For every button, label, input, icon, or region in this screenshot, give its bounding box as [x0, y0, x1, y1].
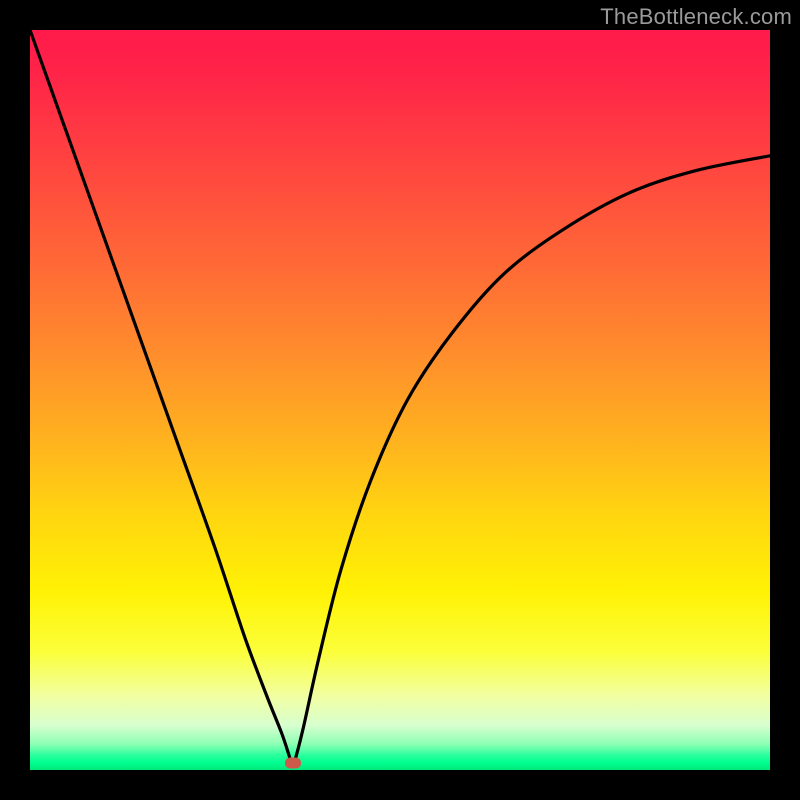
plot-area [30, 30, 770, 770]
watermark-text: TheBottleneck.com [600, 4, 792, 30]
bottleneck-curve [30, 30, 770, 770]
optimal-point-marker [285, 757, 301, 768]
chart-root: TheBottleneck.com [0, 0, 800, 800]
